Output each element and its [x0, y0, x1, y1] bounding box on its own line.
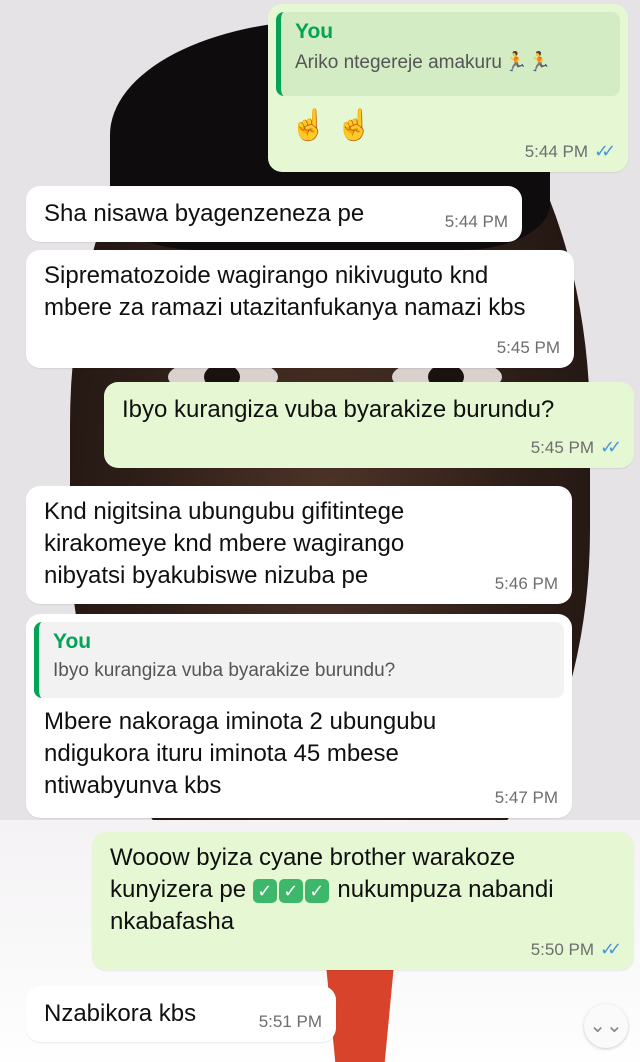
check-mark-emoji: ✓ [278, 878, 303, 903]
message-time: 5:46 PM [494, 574, 558, 593]
quoted-sender: You [53, 630, 92, 653]
message-time: 5:51 PM [258, 1012, 322, 1031]
pointing-up-emoji: ☝️ ☝️ [290, 109, 374, 142]
message-text: Knd nigitsina ubungubu gifitintege kirak… [44, 498, 405, 589]
message-text: Sipremato­zoide wagirango nikivuguto knd… [44, 262, 526, 321]
scroll-to-bottom-button[interactable]: ⌄⌄ [584, 1004, 628, 1048]
message-bubble-outgoing[interactable]: Wooow byiza cyane brother warakoze kunyi… [92, 832, 634, 970]
message-bubble-incoming[interactable]: Nzabikora kbs 5:51 PM [26, 986, 336, 1042]
quoted-message[interactable]: You Ariko ntegereje amakuru 🏃🏃 [276, 12, 620, 96]
message-bubble-outgoing[interactable]: Ibyo kurangiza vuba byarakize burundu? 5… [104, 382, 634, 468]
quoted-text: Ibyo kurangiza vuba byarakize burundu? [53, 660, 396, 681]
quoted-message[interactable]: You Ibyo kurangiza vuba byarakize burund… [34, 622, 564, 698]
double-check-read-icon: ✓✓ [594, 141, 616, 161]
message-text: Ibyo kurangiza vuba byarakize burundu? [122, 396, 555, 423]
quoted-sender: You [295, 20, 334, 43]
check-mark-emoji: ✓ [304, 878, 329, 903]
message-bubble-incoming[interactable]: Knd nigitsina ubungubu gifitintege kirak… [26, 486, 572, 604]
check-mark-emoji: ✓ [252, 878, 277, 903]
double-check-read-icon: ✓✓ [600, 437, 622, 457]
message-time: 5:50 PM ✓✓ [531, 939, 622, 960]
message-time: 5:44 PM [444, 212, 508, 231]
double-chevron-down-icon: ⌄⌄ [589, 1015, 623, 1037]
message-bubble-incoming[interactable]: Sha nisawa byagenzeneza pe 5:44 PM [26, 186, 522, 242]
message-bubble-incoming[interactable]: You Ibyo kurangiza vuba byarakize burund… [26, 614, 572, 818]
message-text: Wooow byiza cyane brother warakoze kunyi… [110, 844, 554, 935]
message-time: 5:45 PM [496, 338, 560, 357]
message-time: 5:47 PM [494, 788, 558, 807]
chat-thread[interactable]: You Ariko ntegereje amakuru 🏃🏃 ☝️ ☝️ 5:44… [0, 0, 640, 1062]
message-bubble-outgoing[interactable]: You Ariko ntegereje amakuru 🏃🏃 ☝️ ☝️ 5:44… [268, 4, 628, 172]
double-check-read-icon: ✓✓ [600, 939, 622, 959]
running-emoji: 🏃🏃 [504, 52, 552, 73]
message-bubble-incoming[interactable]: Sipremato­zoide wagirango nikivuguto knd… [26, 250, 574, 368]
message-text: Mbere nakoraga iminota 2 ubungubu ndiguk… [44, 708, 437, 799]
message-time: 5:45 PM ✓✓ [531, 437, 622, 458]
quoted-text: Ariko ntegereje amakuru 🏃🏃 [295, 52, 552, 73]
message-time: 5:44 PM ✓✓ [525, 141, 616, 162]
